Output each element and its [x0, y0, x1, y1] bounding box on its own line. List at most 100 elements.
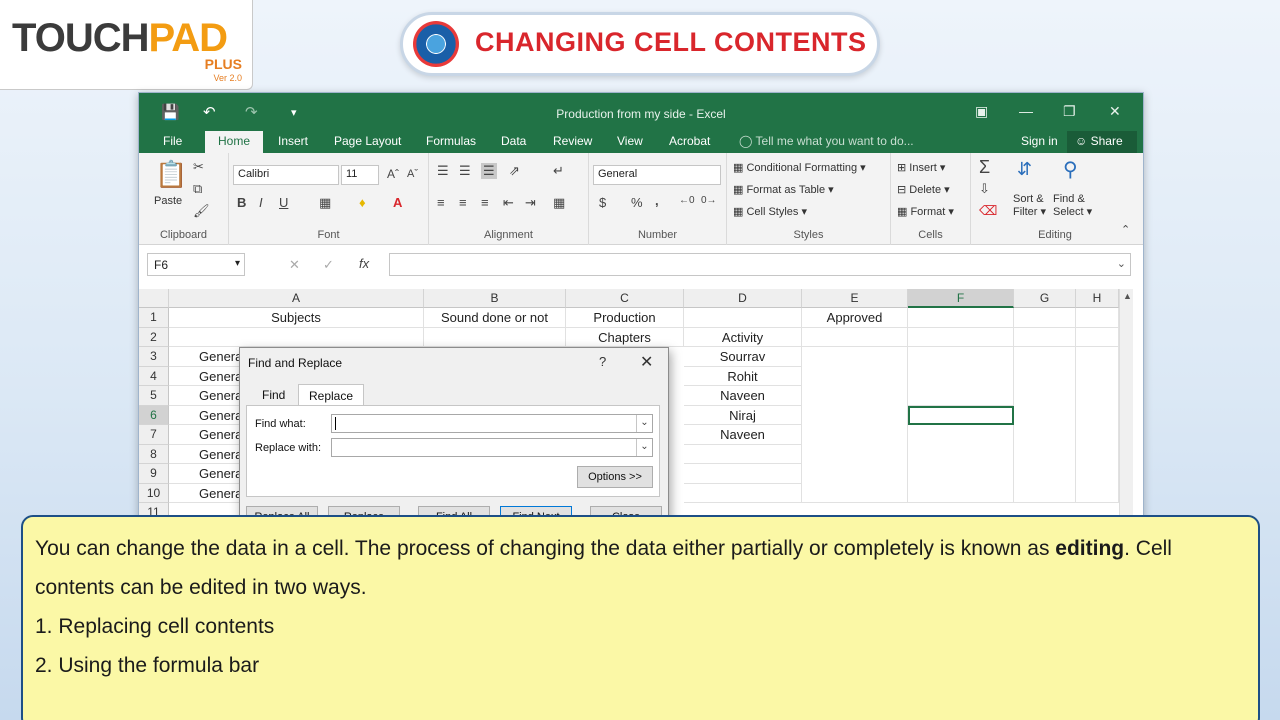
cell-styles-button[interactable]: ▦ Cell Styles ▾	[733, 205, 807, 218]
paste-button[interactable]: Paste	[154, 195, 182, 207]
currency-button[interactable]: $	[599, 195, 606, 210]
column-header-h[interactable]: H	[1076, 289, 1119, 308]
options-button[interactable]: Options >>	[577, 466, 653, 488]
column-header-b[interactable]: B	[424, 289, 566, 308]
cells-f7-f10[interactable]	[908, 425, 1014, 503]
comma-button[interactable]: ,	[655, 193, 659, 208]
cell-b2[interactable]	[424, 327, 566, 347]
number-format-select[interactable]: General	[593, 165, 721, 185]
replace-dropdown-icon[interactable]: ⌄	[636, 439, 652, 456]
wrap-text-icon[interactable]: ↵	[553, 163, 564, 179]
insert-function-icon[interactable]: fx	[359, 256, 369, 271]
align-right-icon[interactable]: ≡	[481, 195, 489, 210]
replace-with-input[interactable]: ⌄	[331, 438, 653, 457]
cell-g1[interactable]	[1014, 308, 1076, 328]
decrease-decimal-icon[interactable]: 0→	[701, 195, 717, 206]
clear-icon[interactable]: ⌫	[979, 203, 997, 219]
column-header-d[interactable]: D	[684, 289, 802, 308]
cells-g3-g10[interactable]	[1014, 347, 1076, 503]
minimize-icon[interactable]: —	[1019, 103, 1033, 119]
column-header-f[interactable]: F	[908, 289, 1014, 308]
cell-d5[interactable]: Naveen	[684, 386, 802, 406]
row-header-7[interactable]: 7	[139, 425, 169, 445]
cell-c2[interactable]: Chapters	[566, 327, 684, 347]
cell-d1[interactable]	[684, 308, 802, 328]
row-header-1[interactable]: 1	[139, 308, 169, 328]
sort-filter-icon[interactable]: ⇵	[1017, 159, 1032, 180]
cell-a1[interactable]: Subjects	[169, 308, 424, 328]
column-header-a[interactable]: A	[169, 289, 424, 308]
row-header-6[interactable]: 6	[139, 405, 169, 425]
cell-d7[interactable]: Naveen	[684, 425, 802, 445]
row-header-10[interactable]: 10	[139, 483, 169, 503]
italic-button[interactable]: I	[259, 195, 263, 210]
font-size-select[interactable]: 11	[341, 165, 379, 185]
font-name-select[interactable]: Calibri	[233, 165, 339, 185]
bottom-align-icon[interactable]: ☰	[481, 163, 497, 179]
tab-replace[interactable]: Replace	[298, 384, 365, 406]
format-cells-button[interactable]: ▦ Format ▾	[897, 205, 954, 218]
cell-c1[interactable]: Production	[566, 308, 684, 328]
increase-decimal-icon[interactable]: ←0	[679, 195, 695, 206]
sign-in-link[interactable]: Sign in	[1021, 134, 1058, 148]
cell-d4[interactable]: Rohit	[684, 366, 802, 386]
select-all-corner[interactable]	[139, 289, 169, 308]
column-header-e[interactable]: E	[802, 289, 908, 308]
copy-icon[interactable]: ⧉	[193, 181, 202, 197]
name-box[interactable]: F6 ▾	[147, 253, 245, 276]
share-button[interactable]: ☺ Share	[1067, 131, 1137, 153]
middle-align-icon[interactable]: ☰	[459, 163, 471, 179]
collapse-ribbon-icon[interactable]: ⌃	[1121, 223, 1130, 236]
shrink-font-icon[interactable]: Aˇ	[407, 168, 418, 180]
underline-button[interactable]: U	[279, 195, 288, 210]
dialog-close-icon[interactable]: ✕	[640, 352, 653, 372]
cell-f6-active[interactable]	[908, 405, 1014, 425]
column-header-g[interactable]: G	[1014, 289, 1076, 308]
increase-indent-icon[interactable]: ⇥	[525, 195, 536, 211]
help-icon[interactable]: ?	[599, 354, 606, 369]
decrease-indent-icon[interactable]: ⇤	[503, 195, 514, 211]
conditional-formatting-button[interactable]: ▦ Conditional Formatting ▾	[733, 161, 866, 174]
cell-a2[interactable]	[169, 327, 424, 347]
cells-e3-e10[interactable]	[802, 347, 908, 503]
tab-insert[interactable]: Insert	[278, 134, 308, 148]
cell-d8[interactable]	[684, 444, 802, 464]
row-header-8[interactable]: 8	[139, 444, 169, 464]
row-header-5[interactable]: 5	[139, 386, 169, 406]
cell-d2[interactable]: Activity	[684, 327, 802, 347]
tell-me-box[interactable]: ◯ Tell me what you want to do...	[739, 134, 914, 148]
align-center-icon[interactable]: ≡	[459, 195, 467, 210]
cell-h2[interactable]	[1076, 327, 1119, 347]
close-icon[interactable]: ✕	[1109, 103, 1121, 120]
fill-icon[interactable]: ⇩	[979, 181, 990, 197]
find-select-button[interactable]: Find & Select ▾	[1053, 193, 1092, 218]
cell-d9[interactable]	[684, 464, 802, 484]
cut-icon[interactable]: ✂	[193, 159, 204, 175]
vertical-scrollbar[interactable]: ▲	[1119, 289, 1133, 531]
format-as-table-button[interactable]: ▦ Format as Table ▾	[733, 183, 834, 196]
tab-home[interactable]: Home	[205, 131, 264, 153]
font-color-icon[interactable]: A	[393, 195, 402, 210]
grow-font-icon[interactable]: Aˆ	[387, 167, 399, 181]
merge-center-icon[interactable]: ▦	[553, 195, 565, 211]
cell-f1[interactable]	[908, 308, 1014, 328]
autosum-icon[interactable]: Σ	[979, 157, 990, 178]
cells-f3-f5[interactable]	[908, 347, 1014, 406]
column-header-c[interactable]: C	[566, 289, 684, 308]
row-header-2[interactable]: 2	[139, 327, 169, 347]
tab-page-layout[interactable]: Page Layout	[334, 134, 401, 148]
orientation-icon[interactable]: ⇗	[509, 163, 520, 179]
cell-g2[interactable]	[1014, 327, 1076, 347]
cell-h1[interactable]	[1076, 308, 1119, 328]
scroll-up-icon[interactable]: ▲	[1123, 291, 1132, 301]
tab-view[interactable]: View	[617, 134, 643, 148]
format-painter-icon[interactable]: 🖌	[193, 203, 210, 219]
tab-acrobat[interactable]: Acrobat	[669, 134, 710, 148]
paste-icon[interactable]: 📋	[155, 159, 187, 190]
cell-d10[interactable]	[684, 483, 802, 503]
delete-cells-button[interactable]: ⊟ Delete ▾	[897, 183, 950, 196]
align-left-icon[interactable]: ≡	[437, 195, 445, 210]
find-what-input[interactable]: ⌄	[331, 414, 653, 433]
find-dropdown-icon[interactable]: ⌄	[636, 415, 652, 432]
row-header-3[interactable]: 3	[139, 347, 169, 367]
